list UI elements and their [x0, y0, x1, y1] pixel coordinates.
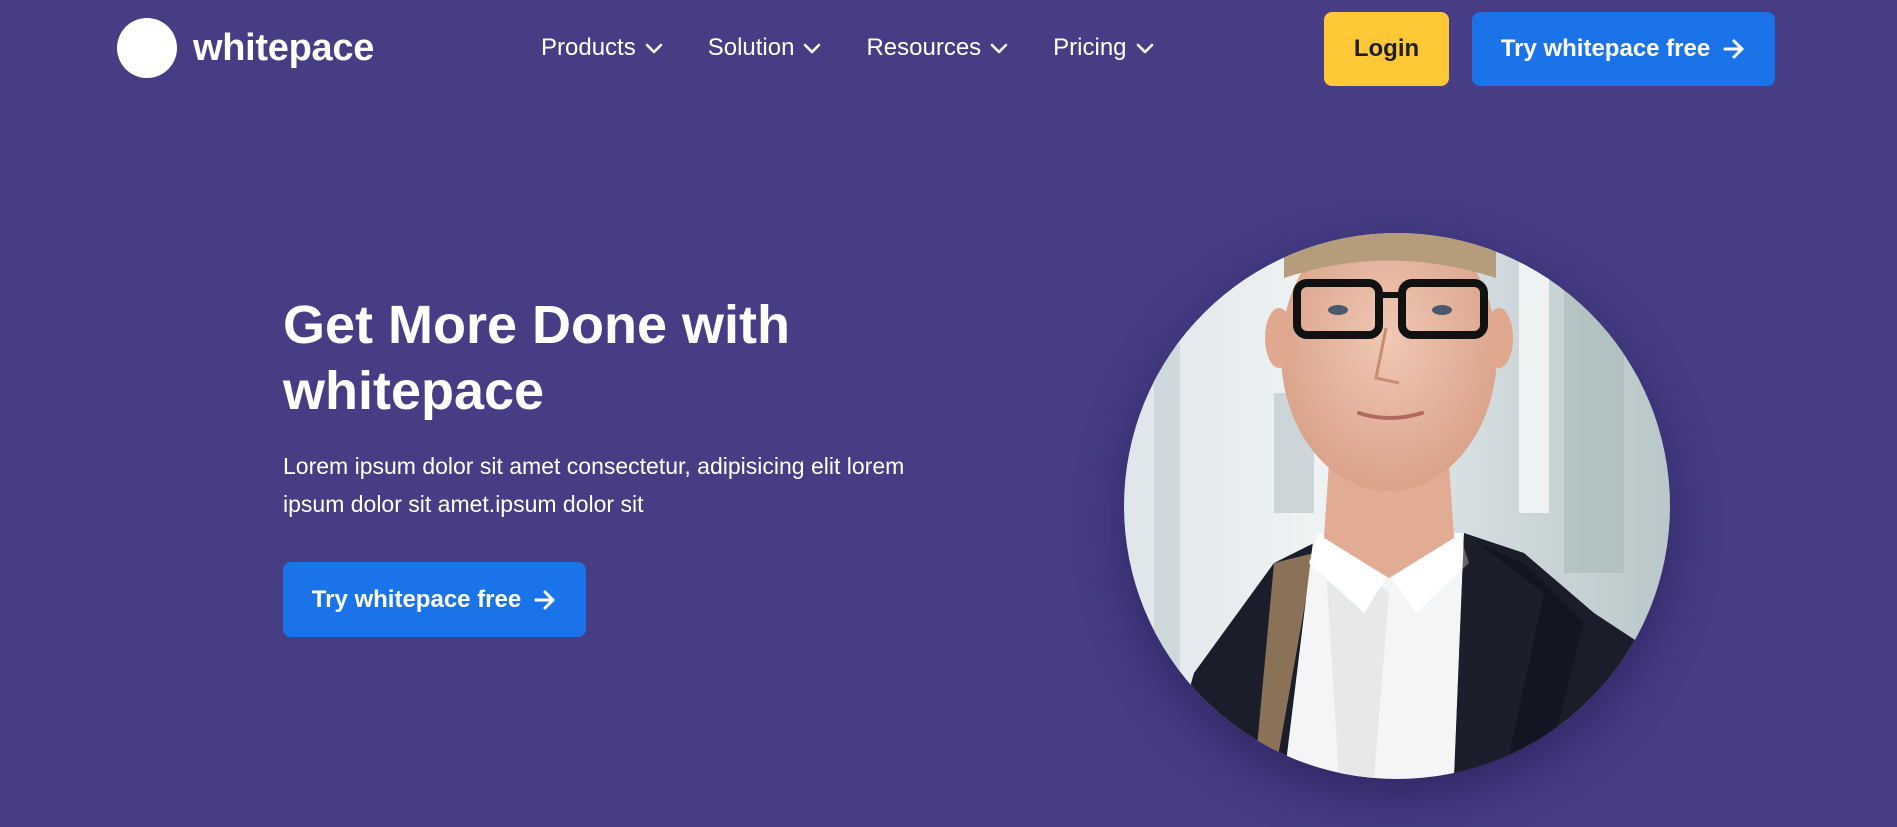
chevron-down-icon: [645, 43, 663, 54]
hero-title-line: Get More Done with: [283, 295, 791, 355]
login-button-label: Login: [1353, 35, 1420, 62]
chevron-down-icon: [990, 43, 1008, 54]
logo-mark-icon: [117, 18, 177, 78]
hero-title-line: whitepace: [283, 361, 545, 421]
nav-item-label: Resources: [866, 34, 982, 61]
hero-title: Get More Done with whitepace: [283, 292, 923, 424]
login-button[interactable]: Login: [1324, 12, 1449, 86]
brand-logo[interactable]: whitepace: [117, 18, 374, 78]
chevron-down-icon: [1136, 43, 1153, 54]
nav-item-resources[interactable]: Resources: [866, 34, 1009, 62]
hero-description: Lorem ipsum dolor sit amet consectetur, …: [283, 447, 983, 523]
hero-portrait-image: [1124, 233, 1670, 779]
try-free-button-label: Try whitepace free: [1500, 35, 1711, 62]
nav-item-solution[interactable]: Solution: [708, 34, 823, 62]
try-free-button-label: Try whitepace free: [311, 585, 522, 613]
nav-item-label: Products: [541, 34, 636, 61]
arrow-right-icon: [1723, 39, 1744, 59]
portrait-illustration: [1124, 233, 1670, 779]
main-nav: Products Solution Resources Pricing: [541, 34, 1155, 62]
nav-item-pricing[interactable]: Pricing: [1053, 34, 1154, 62]
hero-description-line: Lorem ipsum dolor sit amet consectetur, …: [283, 453, 905, 479]
nav-item-label: Solution: [707, 34, 795, 61]
try-free-header-button[interactable]: Try whitepace free: [1472, 12, 1775, 86]
try-free-hero-button[interactable]: Try whitepace free: [283, 562, 586, 637]
brand-name: whitepace: [193, 26, 375, 69]
nav-item-label: Pricing: [1053, 34, 1127, 61]
nav-item-products[interactable]: Products: [541, 34, 664, 62]
hero-description-line: ipsum dolor sit amet.ipsum dolor sit: [283, 491, 644, 517]
arrow-right-icon: [534, 590, 555, 609]
chevron-down-icon: [804, 43, 821, 54]
